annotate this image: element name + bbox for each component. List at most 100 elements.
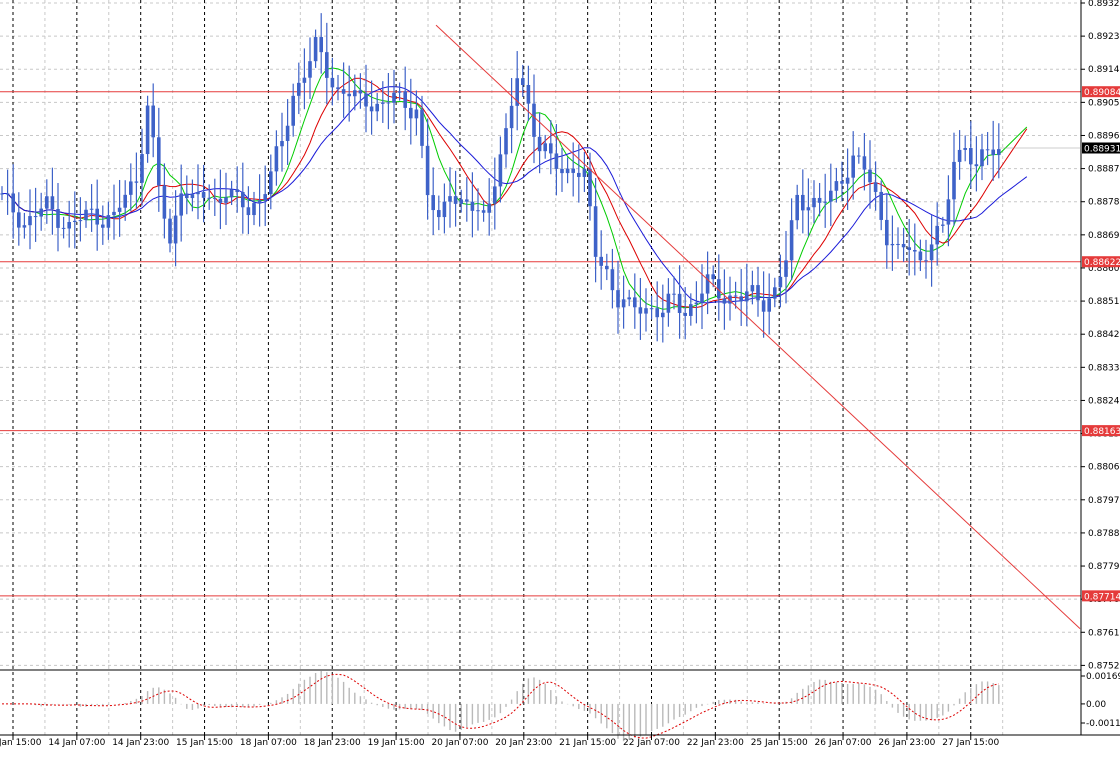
candle-body bbox=[465, 199, 469, 202]
time-tick-label: 25 Jan 15:00 bbox=[751, 738, 808, 748]
candle-body bbox=[812, 197, 816, 208]
price-tick-label: 0.89145 bbox=[1088, 65, 1120, 75]
candle-body bbox=[694, 302, 699, 305]
candle-body bbox=[767, 298, 771, 312]
candle-body bbox=[784, 260, 788, 277]
candle-body bbox=[33, 216, 38, 218]
candle-body bbox=[750, 285, 755, 292]
candle-body bbox=[420, 109, 424, 146]
price-tick-label: 0.88240 bbox=[1088, 396, 1120, 406]
time-tick-label: 26 Jan 07:00 bbox=[815, 738, 872, 748]
horizontal-grid bbox=[0, 2, 1081, 666]
candle-body bbox=[823, 201, 827, 203]
price-tick-label: 0.89235 bbox=[1088, 32, 1120, 42]
candle-body bbox=[67, 221, 71, 229]
price-tick-label: 0.88515 bbox=[1088, 297, 1120, 307]
candle-body bbox=[224, 197, 228, 203]
candle-body bbox=[229, 189, 234, 198]
candle-body bbox=[341, 89, 346, 94]
time-tick-label: 18 Jan 07:00 bbox=[240, 738, 297, 748]
osc-tick-label: 0.00 bbox=[1086, 700, 1106, 710]
level-price-tag-label: 0.88163 bbox=[1084, 427, 1120, 437]
candle-body bbox=[498, 154, 503, 187]
candle-body bbox=[666, 293, 671, 313]
level-price-tag-label: 0.89084 bbox=[1084, 88, 1120, 98]
candle-body bbox=[375, 103, 379, 112]
level-price-tag-label: 0.88622 bbox=[1084, 258, 1120, 268]
candle-body bbox=[997, 149, 1001, 156]
candle-body bbox=[162, 185, 167, 219]
candle-body bbox=[448, 196, 452, 202]
price-tick-label: 0.87970 bbox=[1088, 496, 1120, 506]
price-chart[interactable]: 0.89325 0.89235 0.89145 0.89055 0.88965 0.888… bbox=[0, 0, 1120, 758]
candle-body bbox=[733, 295, 738, 297]
candle-body bbox=[241, 192, 245, 208]
candle-body bbox=[313, 37, 318, 62]
candle-body bbox=[907, 247, 911, 251]
candle-body bbox=[459, 199, 463, 204]
candle-body bbox=[929, 244, 934, 261]
candle-body bbox=[560, 168, 564, 174]
price-tick-label: 0.88875 bbox=[1088, 165, 1120, 175]
candle-body bbox=[991, 149, 995, 156]
candle-body bbox=[84, 209, 88, 221]
candle-body bbox=[151, 105, 155, 138]
candle-body bbox=[845, 177, 850, 184]
candle-body bbox=[425, 145, 430, 196]
candle-body bbox=[437, 210, 441, 218]
candle-body bbox=[280, 140, 284, 147]
candle-body bbox=[157, 137, 161, 186]
candle-body bbox=[806, 207, 811, 211]
price-tick-label: 0.87610 bbox=[1088, 628, 1120, 638]
candle-body bbox=[913, 250, 917, 252]
candle-body bbox=[134, 181, 139, 183]
candle-body bbox=[140, 154, 144, 183]
candle-body bbox=[179, 193, 183, 216]
candle-body bbox=[252, 203, 256, 216]
candle-body bbox=[879, 191, 883, 220]
candle-body bbox=[963, 148, 967, 150]
candle-body bbox=[487, 203, 491, 213]
price-tick-label: 0.87880 bbox=[1088, 529, 1120, 539]
candle-body bbox=[386, 102, 391, 104]
candle-body bbox=[689, 304, 693, 316]
time-tick-label: 22 Jan 23:00 bbox=[687, 738, 744, 748]
candle-body bbox=[330, 77, 335, 88]
candle-body bbox=[369, 106, 374, 112]
osc-tick-label: -0.00116 bbox=[1086, 719, 1120, 729]
candle-body bbox=[890, 243, 895, 246]
candle-body bbox=[711, 274, 715, 280]
candle-body bbox=[112, 211, 116, 216]
candle-body bbox=[918, 251, 923, 261]
candle-body bbox=[761, 300, 766, 312]
time-tick-label: 22 Jan 07:00 bbox=[623, 738, 680, 748]
candle-body bbox=[28, 216, 32, 226]
candle-body bbox=[661, 312, 665, 318]
time-tick-label: 18 Jan 23:00 bbox=[304, 738, 361, 748]
candle-body bbox=[123, 194, 127, 208]
candle-body bbox=[789, 220, 794, 261]
candle-body bbox=[409, 107, 413, 119]
candle-body bbox=[453, 196, 458, 204]
candle-body bbox=[957, 149, 962, 162]
candle-body bbox=[414, 109, 419, 119]
candle-body bbox=[571, 168, 575, 173]
candle-body bbox=[857, 155, 861, 157]
candle-body bbox=[168, 218, 172, 244]
candle-body bbox=[655, 308, 659, 318]
candle-body bbox=[274, 146, 279, 172]
candle-body bbox=[593, 206, 598, 257]
candle-body bbox=[173, 215, 178, 244]
candle-body bbox=[403, 91, 407, 108]
candle-body bbox=[207, 197, 211, 199]
candle-body bbox=[101, 224, 105, 228]
time-tick-label: 20 Jan 07:00 bbox=[431, 738, 488, 748]
candle-body bbox=[778, 276, 783, 288]
candle-body bbox=[537, 136, 542, 152]
price-tick-label: 0.88060 bbox=[1088, 463, 1120, 473]
candle-body bbox=[470, 201, 475, 211]
candle-body bbox=[627, 297, 631, 300]
candle-body bbox=[0, 193, 4, 195]
price-tick-label: 0.88965 bbox=[1088, 131, 1120, 141]
candle-body bbox=[213, 197, 217, 199]
